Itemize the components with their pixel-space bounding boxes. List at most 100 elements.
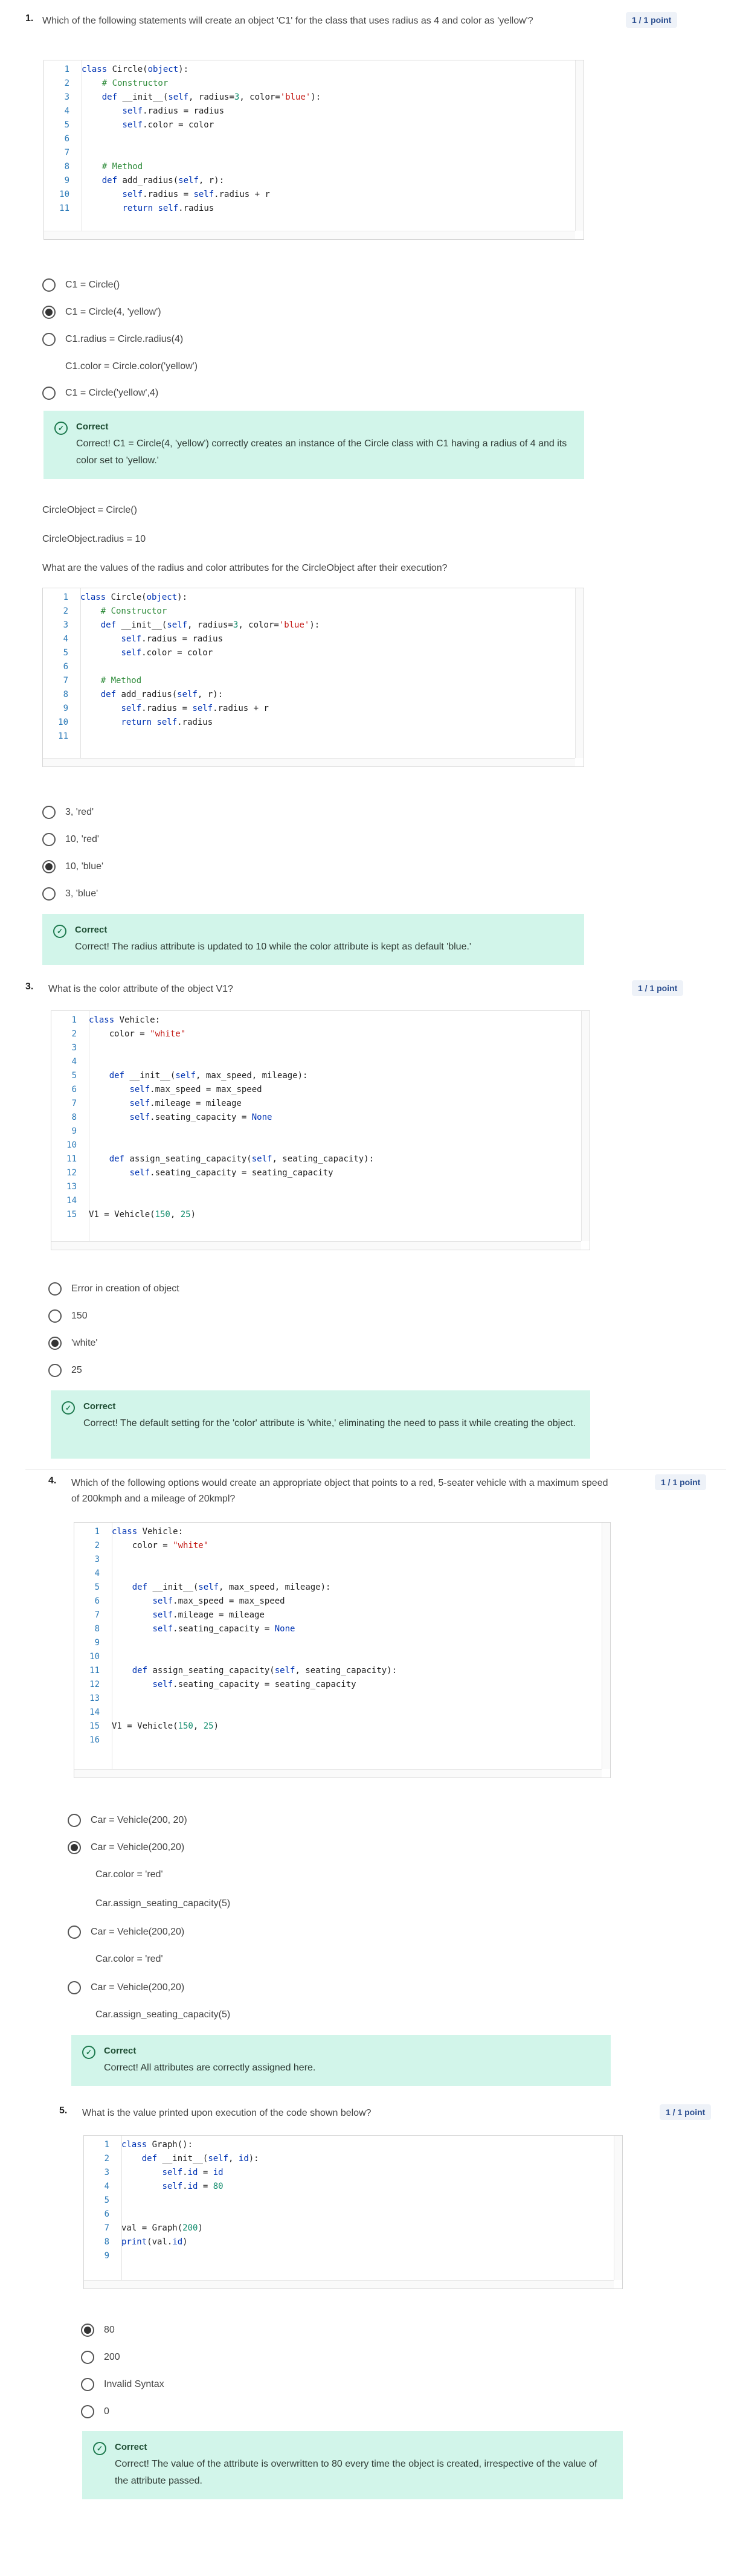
- line-number: 6: [64, 134, 69, 144]
- radio-icon[interactable]: [68, 1981, 81, 1994]
- option-radio[interactable]: 25: [48, 1364, 82, 1377]
- option-radio[interactable]: Error in creation of object: [48, 1282, 179, 1296]
- horizontal-scrollbar[interactable]: [74, 1769, 602, 1778]
- code-line: 9: [51, 1125, 581, 1139]
- code-line: 14: [74, 1706, 602, 1720]
- code-text: V1 = Vehicle(150, 25): [89, 1210, 196, 1219]
- code-text: val = Graph(200): [121, 2223, 203, 2233]
- code-line: 5 def __init__(self, max_speed, mileage)…: [74, 1581, 602, 1595]
- code-text: class Graph():: [121, 2140, 193, 2150]
- line-number: 5: [104, 2195, 109, 2205]
- vertical-scrollbar[interactable]: [575, 60, 584, 231]
- radio-icon[interactable]: [81, 2324, 94, 2337]
- option-radio[interactable]: 200: [81, 2351, 120, 2364]
- horizontal-scrollbar[interactable]: [84, 2280, 614, 2289]
- code-line: 10 self.radius = self.radius + r: [44, 188, 575, 202]
- code-editor[interactable]: 1 class Vehicle: 2 color = "white" 3 4 5 def …: [51, 1010, 590, 1250]
- check-circle-icon: ✓: [54, 422, 68, 435]
- horizontal-scrollbar[interactable]: [51, 1241, 581, 1250]
- feedback-text: Correct! The value of the attribute is o…: [115, 2459, 597, 2486]
- radio-icon[interactable]: [81, 2378, 94, 2391]
- option-radio[interactable]: 10, 'red': [42, 833, 99, 846]
- line-number: 16: [89, 1735, 100, 1745]
- code-text: color = "white": [89, 1029, 186, 1039]
- option-radio[interactable]: 0: [81, 2405, 109, 2418]
- radio-icon[interactable]: [42, 887, 56, 901]
- line-number: 12: [66, 1168, 77, 1178]
- radio-icon[interactable]: [42, 833, 56, 846]
- code-text: self.seating_capacity = seating_capacity: [152, 1680, 356, 1689]
- radio-icon[interactable]: [81, 2351, 94, 2364]
- line-number: 9: [63, 704, 68, 713]
- option-radio[interactable]: C1 = Circle('yellow',4): [42, 387, 158, 400]
- line-number: 10: [59, 190, 69, 199]
- radio-icon[interactable]: [81, 2405, 94, 2418]
- option-radio[interactable]: 3, 'red': [42, 806, 94, 819]
- line-number: 9: [104, 2251, 109, 2261]
- radio-icon[interactable]: [42, 860, 56, 873]
- line-number: 10: [58, 718, 68, 727]
- radio-icon[interactable]: [68, 1841, 81, 1854]
- option-radio[interactable]: Car = Vehicle(200, 20): [68, 1814, 187, 1827]
- option-radio[interactable]: 80: [81, 2324, 115, 2337]
- option-radio[interactable]: Car = Vehicle(200,20): [68, 1981, 184, 1994]
- option-label: C1 = Circle('yellow',4): [65, 388, 159, 398]
- line-number: 7: [71, 1099, 77, 1108]
- code-line: 11 def assign_seating_capacity(self, sea…: [51, 1152, 581, 1166]
- line-number: 5: [64, 120, 69, 130]
- code-editor[interactable]: 1 class Circle(object): 2 # Constructor 3 d…: [42, 588, 584, 767]
- code-editor[interactable]: 1 class Graph(): 2 def __init__(self, id):…: [83, 2135, 623, 2289]
- line-number: 2: [63, 606, 68, 616]
- radio-icon[interactable]: [48, 1282, 62, 1296]
- code-editor[interactable]: 1 class Circle(object): 2 # Constructor 3 d…: [43, 60, 584, 240]
- code-text: V1 = Vehicle(150, 25): [112, 1721, 219, 1731]
- horizontal-scrollbar[interactable]: [44, 231, 575, 239]
- radio-icon[interactable]: [42, 278, 56, 292]
- code-line: 11: [43, 730, 575, 744]
- option-radio[interactable]: C1 = Circle(4, 'yellow'): [42, 306, 161, 319]
- code-line: 1 class Vehicle:: [74, 1525, 602, 1539]
- vertical-scrollbar[interactable]: [614, 2136, 622, 2280]
- feedback-text: Correct! The radius attribute is updated…: [75, 942, 471, 952]
- line-number: 5: [63, 648, 68, 658]
- code-line: 5 self.color = color: [44, 118, 575, 132]
- option-label: Car = Vehicle(200,20): [91, 1842, 185, 1852]
- option-radio[interactable]: Car = Vehicle(200,20): [68, 1926, 184, 1939]
- option-radio[interactable]: C1 = Circle(): [42, 278, 120, 292]
- radio-icon[interactable]: [68, 1814, 81, 1827]
- vertical-scrollbar[interactable]: [575, 588, 584, 758]
- radio-icon[interactable]: [42, 306, 56, 319]
- radio-icon[interactable]: [68, 1926, 81, 1939]
- option-radio[interactable]: 3, 'blue': [42, 887, 98, 901]
- vertical-scrollbar[interactable]: [602, 1523, 610, 1769]
- option-radio[interactable]: 150: [48, 1309, 88, 1323]
- question-number: 4.: [48, 1476, 57, 1486]
- option-radio[interactable]: C1.radius = Circle.radius(4): [42, 333, 183, 346]
- vertical-scrollbar[interactable]: [581, 1011, 590, 1241]
- code-editor[interactable]: 1 class Vehicle: 2 color = "white" 3 4 5 def …: [74, 1522, 611, 1778]
- radio-icon[interactable]: [42, 806, 56, 819]
- line-number: 4: [64, 106, 69, 116]
- radio-icon[interactable]: [48, 1337, 62, 1350]
- radio-icon[interactable]: [42, 333, 56, 346]
- code-line: 4 self.radius = radius: [44, 104, 575, 118]
- radio-icon[interactable]: [48, 1364, 62, 1377]
- horizontal-scrollbar[interactable]: [43, 758, 575, 766]
- option-radio[interactable]: 10, 'blue': [42, 860, 103, 873]
- radio-icon[interactable]: [48, 1309, 62, 1323]
- option-radio[interactable]: Invalid Syntax: [81, 2378, 164, 2391]
- question-text: What is the color attribute of the objec…: [48, 984, 233, 994]
- option-radio[interactable]: Car = Vehicle(200,20): [68, 1841, 184, 1854]
- option-radio[interactable]: 'white': [48, 1337, 97, 1350]
- points-badge: 1 / 1 point: [655, 1474, 707, 1490]
- code-text: def add_radius(self, r):: [100, 690, 224, 699]
- code-text: self.radius = radius: [122, 106, 225, 116]
- code-line: 4 self.id = 80: [84, 2180, 614, 2194]
- radio-icon[interactable]: [42, 387, 56, 400]
- line-number: 6: [71, 1085, 77, 1094]
- question-text: Which of the following statements will c…: [42, 16, 533, 26]
- line-number: 12: [89, 1680, 100, 1689]
- code-line: 1 class Circle(object):: [44, 63, 575, 77]
- line-number: 11: [58, 731, 68, 741]
- feedback-correct: ✓ Correct Correct! The radius attribute …: [42, 914, 584, 965]
